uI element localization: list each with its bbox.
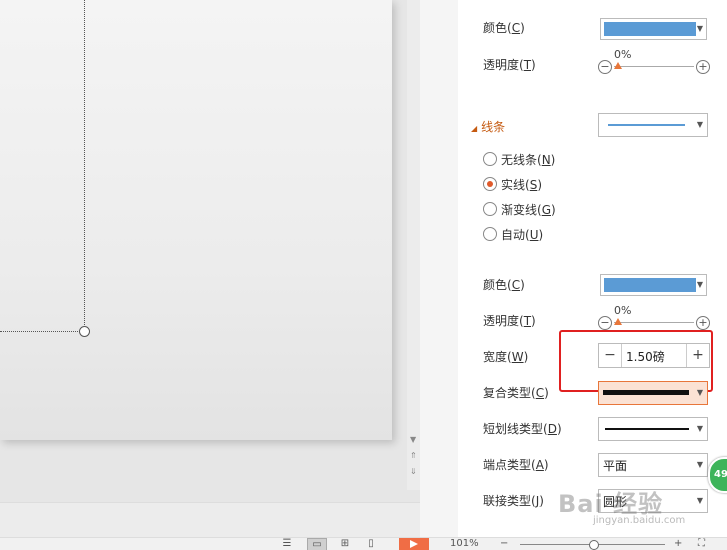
cap-type-label: 端点类型(A) [483,458,549,472]
page-up-icon[interactable]: ⇑ [410,452,417,460]
line-color-picker[interactable]: ▼ [600,274,707,296]
join-type-label: 联接类型(J) [483,494,544,508]
transparency-value: 0% [614,304,632,317]
play-slideshow-icon[interactable] [399,538,429,550]
fit-window-icon[interactable]: ⛶ [698,538,705,550]
normal-view-icon[interactable]: ▭ [307,538,327,550]
status-bar: ☰ ▭ ⊞ ▯ 101% − + ⛶ [0,537,727,550]
line-sample [608,124,685,126]
compound-line-sample [603,390,689,395]
slider-thumb[interactable] [614,62,622,69]
radio-auto-line[interactable] [483,227,497,241]
radio-gradient-line[interactable] [483,202,497,216]
compound-type-label: 复合类型(C) [483,386,549,400]
dash-type-select[interactable]: ▼ [598,417,708,441]
dash-type-label: 短划线类型(D) [483,422,562,436]
line-color-swatch [604,278,696,292]
fill-color-label: 颜色(C) [483,21,525,35]
line-transparency-label: 透明度(T) [483,314,536,328]
chevron-down-icon: ▼ [696,388,703,397]
scroll-down-icon[interactable]: ▼ [410,436,416,444]
pane-gutter [420,0,458,537]
format-shape-pane: 颜色(C) ▼ 透明度(T) − 0% + ◢ 线条 ▼ 无线条(N) 实线(S)… [458,0,727,537]
zoom-out-button[interactable]: − [500,538,508,550]
slider-thumb[interactable] [614,318,622,325]
minus-icon[interactable]: − [598,60,612,74]
reading-view-icon[interactable]: ▯ [362,538,380,550]
vertical-scrollbar[interactable]: ▼ ⇑ ⇓ [407,0,420,490]
fill-color-picker[interactable]: ▼ [600,18,707,40]
chevron-down-icon: ▼ [696,424,703,433]
line-width-label: 宽度(W) [483,350,529,364]
radio-no-line[interactable] [483,152,497,166]
shape-outline-horizontal [0,331,84,332]
chevron-down-icon: ▼ [696,24,703,33]
radio-no-line-label[interactable]: 无线条(N) [501,151,555,168]
fill-transparency-slider[interactable]: − 0% + [598,48,710,76]
notes-view-icon[interactable]: ☰ [278,538,296,550]
sorter-view-icon[interactable]: ⊞ [336,538,354,550]
radio-solid-line[interactable] [483,177,497,191]
slider-track [614,322,694,323]
radio-gradient-line-label[interactable]: 渐变线(G) [501,201,556,218]
page-down-icon[interactable]: ⇓ [410,468,417,476]
dash-line-sample [605,428,689,430]
slide-canvas-area: ▼ ⇑ ⇓ [0,0,420,538]
watermark-url: jingyan.baidu.com [593,515,686,526]
horizontal-scrollbar[interactable] [0,502,420,538]
transparency-value: 0% [614,48,632,61]
collapse-triangle-icon: ◢ [471,124,478,133]
zoom-in-button[interactable]: + [674,538,682,550]
watermark: Bai 经验 [558,490,664,518]
compound-type-select[interactable]: ▼ [598,381,708,405]
radio-auto-line-label[interactable]: 自动(U) [501,226,543,243]
slide[interactable] [0,0,392,440]
shape-outline-vertical [84,0,85,331]
fill-transparency-label: 透明度(T) [483,58,536,72]
resize-handle[interactable] [79,326,90,337]
chevron-down-icon: ▼ [696,496,703,505]
chevron-down-icon: ▼ [696,280,703,289]
radio-solid-line-label[interactable]: 实线(S) [501,176,542,193]
fill-color-swatch [604,22,696,36]
cap-type-select[interactable]: 平面 ▼ [598,453,708,477]
cap-type-value: 平面 [603,459,628,473]
floating-badge[interactable]: 49 [708,457,727,493]
chevron-down-icon: ▼ [696,460,703,469]
line-style-preset[interactable]: ▼ [598,113,708,137]
plus-icon[interactable]: + [696,316,710,330]
minus-icon[interactable]: − [598,316,612,330]
zoom-level[interactable]: 101% [450,538,479,550]
line-section-header[interactable]: ◢ 线条 [471,118,505,135]
line-color-label: 颜色(C) [483,278,525,292]
plus-icon[interactable]: + [696,60,710,74]
chevron-down-icon: ▼ [696,120,703,129]
slider-track [614,66,694,67]
